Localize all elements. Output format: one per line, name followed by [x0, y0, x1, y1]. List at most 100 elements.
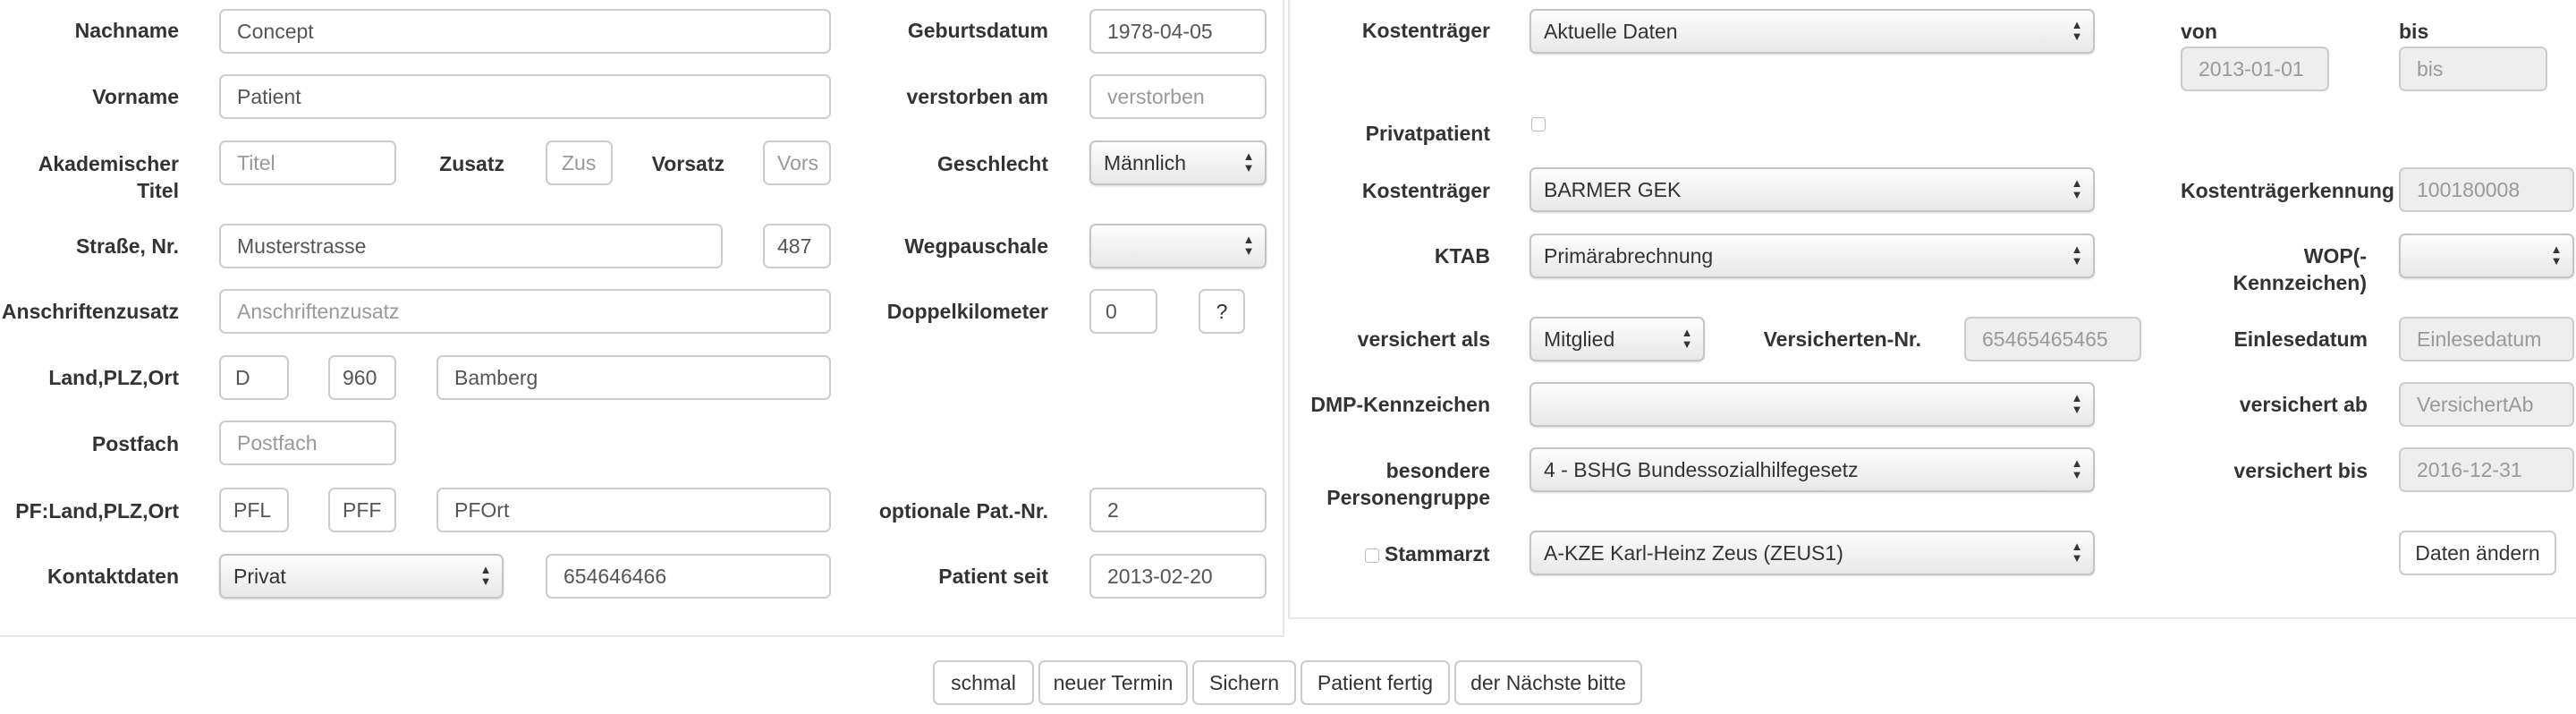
postfach-label: Postfach: [91, 432, 179, 455]
kontaktdaten-type-select[interactable]: Privat ▲ ▼: [219, 554, 504, 599]
geschlecht-value: Männlich: [1104, 151, 1187, 174]
einlesedatum-label: Einlesedatum: [2233, 327, 2368, 351]
wegpauschale-select[interactable]: ▲ ▼: [1089, 224, 1267, 268]
pf-ort-input[interactable]: PFOrt: [436, 488, 831, 532]
versichert-als-select[interactable]: Mitglied ▲ ▼: [1530, 317, 1705, 361]
pf-land-plz-ort-label: PF:Land,PLZ,Ort: [15, 499, 179, 523]
select-arrows-icon: ▲ ▼: [2071, 456, 2083, 481]
zusatz-label: Zusatz: [439, 152, 504, 175]
kostentraeger-top-label: Kostenträger: [1361, 19, 1490, 42]
patient-fertig-button[interactable]: Patient fertig: [1301, 660, 1450, 705]
select-arrows-icon: ▲ ▼: [1242, 233, 1255, 258]
versichert-ab-input[interactable]: VersichertAb: [2399, 382, 2574, 427]
patient-seit-label: Patient seit: [938, 565, 1048, 588]
select-arrows-icon: ▲ ▼: [1242, 149, 1255, 174]
vorname-label: Vorname: [92, 85, 179, 108]
strasse-input[interactable]: Musterstrasse: [219, 224, 723, 268]
wegpauschale-label: Wegpauschale: [904, 234, 1048, 258]
land-plz-ort-label: Land,PLZ,Ort: [48, 366, 179, 389]
select-arrows-icon: ▲ ▼: [2071, 242, 2083, 268]
select-arrows-icon: ▲ ▼: [2550, 242, 2563, 268]
wop-label: WOP(-Kennzeichen): [2233, 244, 2367, 294]
sichern-button[interactable]: Sichern: [1192, 660, 1296, 705]
stammarzt-select[interactable]: A-KZE Karl-Heinz Zeus (ZEUS1) ▲ ▼: [1530, 531, 2095, 575]
plz-input[interactable]: 960: [328, 355, 396, 400]
postfach-input[interactable]: Postfach: [219, 421, 396, 465]
verstorben-am-input[interactable]: verstorben: [1089, 74, 1267, 119]
nachname-input[interactable]: Concept: [219, 9, 831, 54]
patient-seit-input[interactable]: 2013-02-20: [1089, 554, 1267, 599]
geschlecht-select[interactable]: Männlich ▲ ▼: [1089, 140, 1267, 185]
versichert-ab-label: versichert ab: [2239, 393, 2368, 416]
geburtsdatum-label: Geburtsdatum: [907, 19, 1048, 42]
versichert-bis-label: versichert bis: [2233, 459, 2368, 482]
anschriftenzusatz-input[interactable]: Anschriftenzusatz: [219, 289, 831, 334]
von-input[interactable]: 2013-01-01: [2181, 47, 2329, 91]
versicherten-nr-input[interactable]: 65465465465: [1964, 317, 2141, 361]
versichert-als-label: versichert als: [1357, 327, 1490, 351]
pf-land-input[interactable]: PFL: [219, 488, 289, 532]
land-input[interactable]: D: [219, 355, 289, 400]
stammarzt-value: A-KZE Karl-Heinz Zeus (ZEUS1): [1544, 541, 1843, 565]
geschlecht-label: Geschlecht: [937, 152, 1048, 175]
stammarzt-label: Stammarzt: [1385, 542, 1490, 565]
dmp-kennzeichen-label: DMP-Kennzeichen: [1310, 393, 1490, 416]
neuer-termin-button[interactable]: neuer Termin: [1038, 660, 1188, 705]
ktab-label: KTAB: [1434, 244, 1490, 268]
patient-panel: Nachname Concept Geburtsdatum 1978-04-05…: [0, 0, 1284, 637]
vorsatz-input[interactable]: Vors: [763, 140, 831, 185]
kostentraeger-select[interactable]: BARMER GEK ▲ ▼: [1530, 167, 2095, 212]
akademischer-titel-label: Akademischer Titel: [38, 152, 179, 202]
ktab-value: Primärabrechnung: [1544, 244, 1714, 268]
hausnummer-input[interactable]: 487: [763, 224, 831, 268]
der-naechste-bitte-button[interactable]: der Nächste bitte: [1454, 660, 1642, 705]
doppelkilometer-help-button[interactable]: ?: [1199, 289, 1245, 334]
kostentraeger-data-value: Aktuelle Daten: [1544, 20, 1678, 43]
optionale-pat-nr-input[interactable]: 2: [1089, 488, 1267, 532]
personengruppe-select[interactable]: 4 - BSHG Bundessozialhilfegesetz ▲ ▼: [1530, 447, 2095, 492]
wop-select[interactable]: ▲ ▼: [2399, 234, 2574, 278]
kostentraegerkennung-label: Kostenträgerkennung: [2181, 179, 2394, 202]
besondere-personengruppe-label: besondere Personengruppe: [1326, 459, 1490, 509]
ort-input[interactable]: Bamberg: [436, 355, 831, 400]
select-arrows-icon: ▲ ▼: [2071, 176, 2083, 201]
optionale-pat-nr-label: optionale Pat.-Nr.: [878, 499, 1048, 523]
privatpatient-checkbox[interactable]: [1531, 117, 1546, 132]
select-arrows-icon: ▲ ▼: [479, 563, 492, 588]
kontaktdaten-label: Kontaktdaten: [47, 565, 179, 588]
personengruppe-value: 4 - BSHG Bundessozialhilfegesetz: [1544, 458, 1859, 481]
privatpatient-label: Privatpatient: [1365, 122, 1490, 145]
doppelkilometer-label: Doppelkilometer: [886, 300, 1048, 323]
kostentraegerkennung-input[interactable]: 100180008: [2399, 167, 2574, 212]
kontaktdaten-type-value: Privat: [233, 565, 286, 588]
pf-plz-input[interactable]: PFF: [328, 488, 396, 532]
strasse-label: Straße, Nr.: [75, 234, 179, 258]
kostentraeger-value: BARMER GEK: [1544, 178, 1682, 201]
bis-input[interactable]: bis: [2399, 47, 2547, 91]
geburtsdatum-input[interactable]: 1978-04-05: [1089, 9, 1267, 54]
stammarzt-checkbox[interactable]: [1365, 548, 1379, 563]
insurance-panel: Kostenträger Aktuelle Daten ▲ ▼ von 2013-…: [1288, 0, 2576, 619]
kontaktdaten-input[interactable]: 654646466: [546, 554, 831, 599]
nachname-label: Nachname: [74, 19, 179, 42]
ktab-select[interactable]: Primärabrechnung ▲ ▼: [1530, 234, 2095, 278]
vorname-input[interactable]: Patient: [219, 74, 831, 119]
bis-label: bis: [2399, 20, 2429, 43]
versichert-als-value: Mitglied: [1544, 327, 1615, 351]
vorsatz-label: Vorsatz: [651, 152, 724, 175]
titel-input[interactable]: Titel: [219, 140, 396, 185]
kostentraeger-data-select[interactable]: Aktuelle Daten ▲ ▼: [1530, 9, 2095, 54]
zusatz-input[interactable]: Zus: [546, 140, 613, 185]
doppelkilometer-input[interactable]: 0: [1089, 289, 1157, 334]
versicherten-nr-label: Versicherten-Nr.: [1763, 327, 1921, 351]
von-label: von: [2181, 20, 2217, 43]
kostentraeger-label: Kostenträger: [1361, 179, 1490, 202]
anschriftenzusatz-label: Anschriftenzusatz: [1, 300, 179, 323]
dmp-kennzeichen-select[interactable]: ▲ ▼: [1530, 382, 2095, 427]
select-arrows-icon: ▲ ▼: [2071, 540, 2083, 565]
daten-aendern-button[interactable]: Daten ändern: [2399, 531, 2556, 575]
einlesedatum-input[interactable]: Einlesedatum: [2399, 317, 2574, 361]
verstorben-am-label: verstorben am: [906, 85, 1048, 108]
versichert-bis-input[interactable]: 2016-12-31: [2399, 447, 2574, 492]
schmal-button[interactable]: schmal: [933, 660, 1034, 705]
